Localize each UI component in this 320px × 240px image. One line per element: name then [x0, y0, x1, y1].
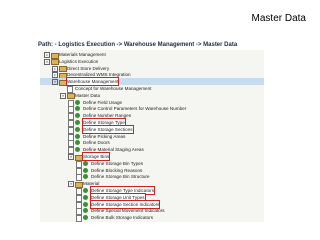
execute-activity-icon[interactable]: [83, 208, 88, 214]
execute-activity-icon[interactable]: [83, 188, 88, 193]
execute-activity-icon[interactable]: [83, 160, 88, 166]
execute-activity-icon[interactable]: [83, 215, 88, 221]
menu-path-text: Path: - Logistics Execution -> Warehouse…: [38, 42, 238, 48]
execute-activity-icon[interactable]: [75, 120, 80, 125]
execute-activity-icon[interactable]: [75, 133, 80, 139]
execute-activity-icon[interactable]: [75, 126, 80, 132]
img-tree: ▹ Materials Management ▿ Logistics Executio…: [40, 50, 264, 222]
execute-activity-icon[interactable]: [83, 174, 88, 180]
execute-activity-icon[interactable]: [75, 106, 80, 112]
tree-node[interactable]: Define Bulk Storage Indicators: [40, 214, 264, 222]
documentation-icon[interactable]: [76, 215, 82, 222]
execute-activity-icon[interactable]: [75, 113, 80, 119]
execute-activity-icon[interactable]: [75, 140, 80, 146]
execute-activity-icon[interactable]: [75, 99, 80, 105]
slide-title: Master Data: [251, 13, 306, 24]
execute-activity-icon[interactable]: [83, 201, 88, 207]
execute-activity-icon[interactable]: [75, 147, 80, 153]
tree-node-label: Define Bulk Storage Indicators: [91, 215, 154, 221]
execute-activity-icon[interactable]: [83, 167, 88, 173]
execute-activity-icon[interactable]: [83, 194, 88, 200]
